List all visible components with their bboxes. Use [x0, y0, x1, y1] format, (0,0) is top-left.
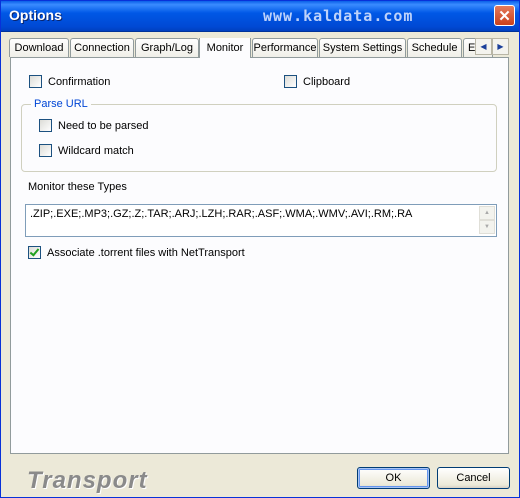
options-window: Options www.kaldata.com ✕ Download Conne…: [0, 0, 520, 498]
tab-scroll-right-icon[interactable]: ▶: [492, 38, 509, 55]
wildcard-checkbox[interactable]: [39, 144, 52, 157]
close-button[interactable]: ✕: [494, 5, 515, 26]
cancel-button[interactable]: Cancel: [437, 467, 510, 489]
types-scrollbar[interactable]: ▲ ▼: [479, 206, 495, 235]
associate-torrent-option[interactable]: Associate .torrent files with NetTranspo…: [28, 246, 245, 259]
close-icon: ✕: [498, 7, 511, 25]
scroll-up-icon[interactable]: ▲: [479, 206, 495, 220]
wildcard-option[interactable]: Wildcard match: [39, 144, 134, 157]
need-parsed-label: Need to be parsed: [58, 119, 149, 132]
clipboard-option[interactable]: Clipboard: [284, 75, 350, 88]
tab-schedule[interactable]: Schedule: [407, 38, 462, 57]
monitor-types-label: Monitor these Types: [28, 181, 127, 193]
ok-button[interactable]: OK: [357, 467, 430, 489]
tab-connection[interactable]: Connection: [70, 38, 134, 57]
tab-performance[interactable]: Performance: [252, 38, 318, 57]
parse-url-group: [21, 104, 497, 172]
monitor-types-value: .ZIP;.EXE;.MP3;.GZ;.Z;.TAR;.ARJ;.LZH;.RA…: [30, 208, 413, 220]
window-title: Options: [9, 7, 62, 23]
parse-url-title: Parse URL: [31, 98, 91, 110]
associate-torrent-label: Associate .torrent files with NetTranspo…: [47, 246, 245, 259]
tab-scroll-left-icon[interactable]: ◀: [475, 38, 492, 55]
title-bar[interactable]: Options www.kaldata.com ✕: [1, 1, 519, 32]
tab-system-settings[interactable]: System Settings: [319, 38, 406, 57]
wildcard-label: Wildcard match: [58, 144, 134, 157]
associate-torrent-checkbox[interactable]: [28, 246, 41, 259]
watermark: www.kaldata.com: [263, 7, 414, 25]
transport-logo: Transport: [27, 467, 148, 494]
monitor-types-input[interactable]: .ZIP;.EXE;.MP3;.GZ;.Z;.TAR;.ARJ;.LZH;.RA…: [25, 204, 497, 237]
tab-graph-log[interactable]: Graph/Log: [135, 38, 199, 57]
confirmation-option[interactable]: Confirmation: [29, 75, 110, 88]
tab-download[interactable]: Download: [9, 38, 69, 57]
clipboard-label: Clipboard: [303, 75, 351, 88]
confirmation-label: Confirmation: [48, 75, 111, 88]
need-parsed-checkbox[interactable]: [39, 119, 52, 132]
tab-scroll-buttons: ◀ ▶: [475, 38, 509, 55]
confirmation-checkbox[interactable]: [29, 75, 42, 88]
clipboard-checkbox[interactable]: [284, 75, 297, 88]
tab-strip: Download Connection Graph/Log Monitor Pe…: [9, 38, 509, 58]
scroll-down-icon[interactable]: ▼: [479, 220, 495, 234]
need-parsed-option[interactable]: Need to be parsed: [39, 119, 149, 132]
tab-monitor[interactable]: Monitor: [199, 38, 251, 58]
